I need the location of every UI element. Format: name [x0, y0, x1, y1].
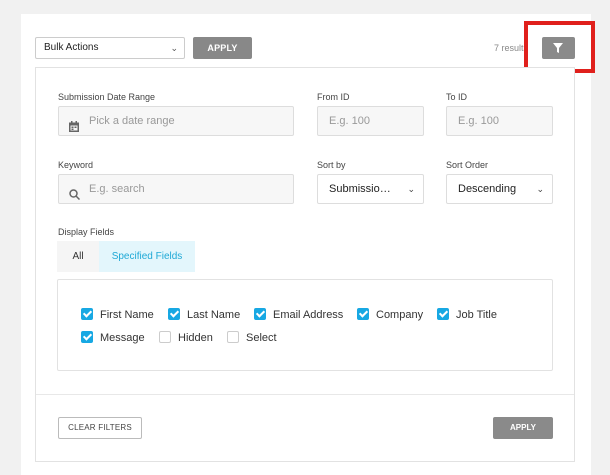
calendar-icon	[69, 115, 79, 135]
date-range-placeholder: Pick a date range	[89, 115, 175, 127]
checkbox-label: Hidden	[178, 332, 213, 344]
checkbox-label: Company	[376, 309, 424, 321]
date-range-label: Submission Date Range	[58, 92, 156, 102]
keyword-input[interactable]: E.g. search	[58, 174, 294, 204]
keyword-label: Keyword	[58, 160, 94, 170]
from-id-placeholder: E.g. 100	[329, 115, 370, 127]
sort-by-select[interactable]: Submissio… ⌄	[317, 174, 424, 204]
checkbox-checked-icon	[81, 308, 93, 320]
to-id-input[interactable]: E.g. 100	[446, 106, 553, 136]
checkbox-checked-icon	[437, 308, 449, 320]
fields-checkbox-group: First Name Last Name Email Address Compa…	[57, 279, 553, 371]
checkbox-label: Message	[100, 332, 145, 344]
checkbox-first-name[interactable]: First Name	[81, 308, 154, 322]
to-id-label: To ID	[446, 92, 468, 102]
checkbox-unchecked-icon	[227, 331, 239, 343]
sort-order-label: Sort Order	[446, 160, 489, 170]
filters-panel: Submission Date Range Pick a date range …	[35, 67, 575, 462]
checkbox-company[interactable]: Company	[357, 308, 423, 322]
chevron-down-icon: ⌄	[170, 43, 178, 53]
sort-by-value: Submissio…	[329, 183, 391, 195]
checkbox-unchecked-icon	[159, 331, 171, 343]
results-count: 7 results	[494, 43, 529, 53]
apply-filters-button[interactable]: APPLY	[493, 417, 553, 439]
chevron-down-icon: ⌄	[536, 184, 544, 194]
checkbox-label: Email Address	[273, 309, 344, 321]
clear-filters-button[interactable]: CLEAR FILTERS	[58, 417, 142, 439]
checkbox-hidden[interactable]: Hidden	[159, 331, 213, 345]
apply-bulk-button[interactable]: APPLY	[193, 37, 252, 59]
date-range-input[interactable]: Pick a date range	[58, 106, 294, 136]
keyword-placeholder: E.g. search	[89, 183, 145, 195]
checkbox-message[interactable]: Message	[81, 331, 145, 345]
from-id-input[interactable]: E.g. 100	[317, 106, 424, 136]
sort-by-label: Sort by	[317, 160, 346, 170]
tab-all[interactable]: All	[57, 241, 99, 272]
checkbox-label: Last Name	[187, 309, 241, 321]
tab-specified-fields[interactable]: Specified Fields	[99, 241, 195, 272]
sort-order-value: Descending	[458, 183, 517, 195]
chevron-down-icon: ⌄	[407, 184, 415, 194]
sort-order-select[interactable]: Descending ⌄	[446, 174, 553, 204]
checkbox-checked-icon	[357, 308, 369, 320]
top-toolbar: Bulk Actions ⌄ APPLY 7 results	[35, 37, 575, 59]
checkbox-select[interactable]: Select	[227, 331, 277, 345]
checkbox-email-address[interactable]: Email Address	[254, 308, 343, 322]
highlight-box	[524, 21, 595, 73]
bulk-actions-label: Bulk Actions	[44, 42, 99, 53]
checkbox-checked-icon	[168, 308, 180, 320]
display-fields-label: Display Fields	[58, 227, 115, 237]
checkbox-checked-icon	[81, 331, 93, 343]
from-id-label: From ID	[317, 92, 350, 102]
checkbox-checked-icon	[254, 308, 266, 320]
bulk-actions-select[interactable]: Bulk Actions ⌄	[35, 37, 185, 59]
to-id-placeholder: E.g. 100	[458, 115, 499, 127]
checkbox-label: Job Title	[456, 309, 497, 321]
checkbox-label: Select	[246, 332, 277, 344]
search-icon	[69, 183, 81, 203]
checkbox-label: First Name	[100, 309, 154, 321]
footer-divider	[36, 394, 574, 395]
checkbox-last-name[interactable]: Last Name	[168, 308, 240, 322]
checkbox-job-title[interactable]: Job Title	[437, 308, 497, 322]
